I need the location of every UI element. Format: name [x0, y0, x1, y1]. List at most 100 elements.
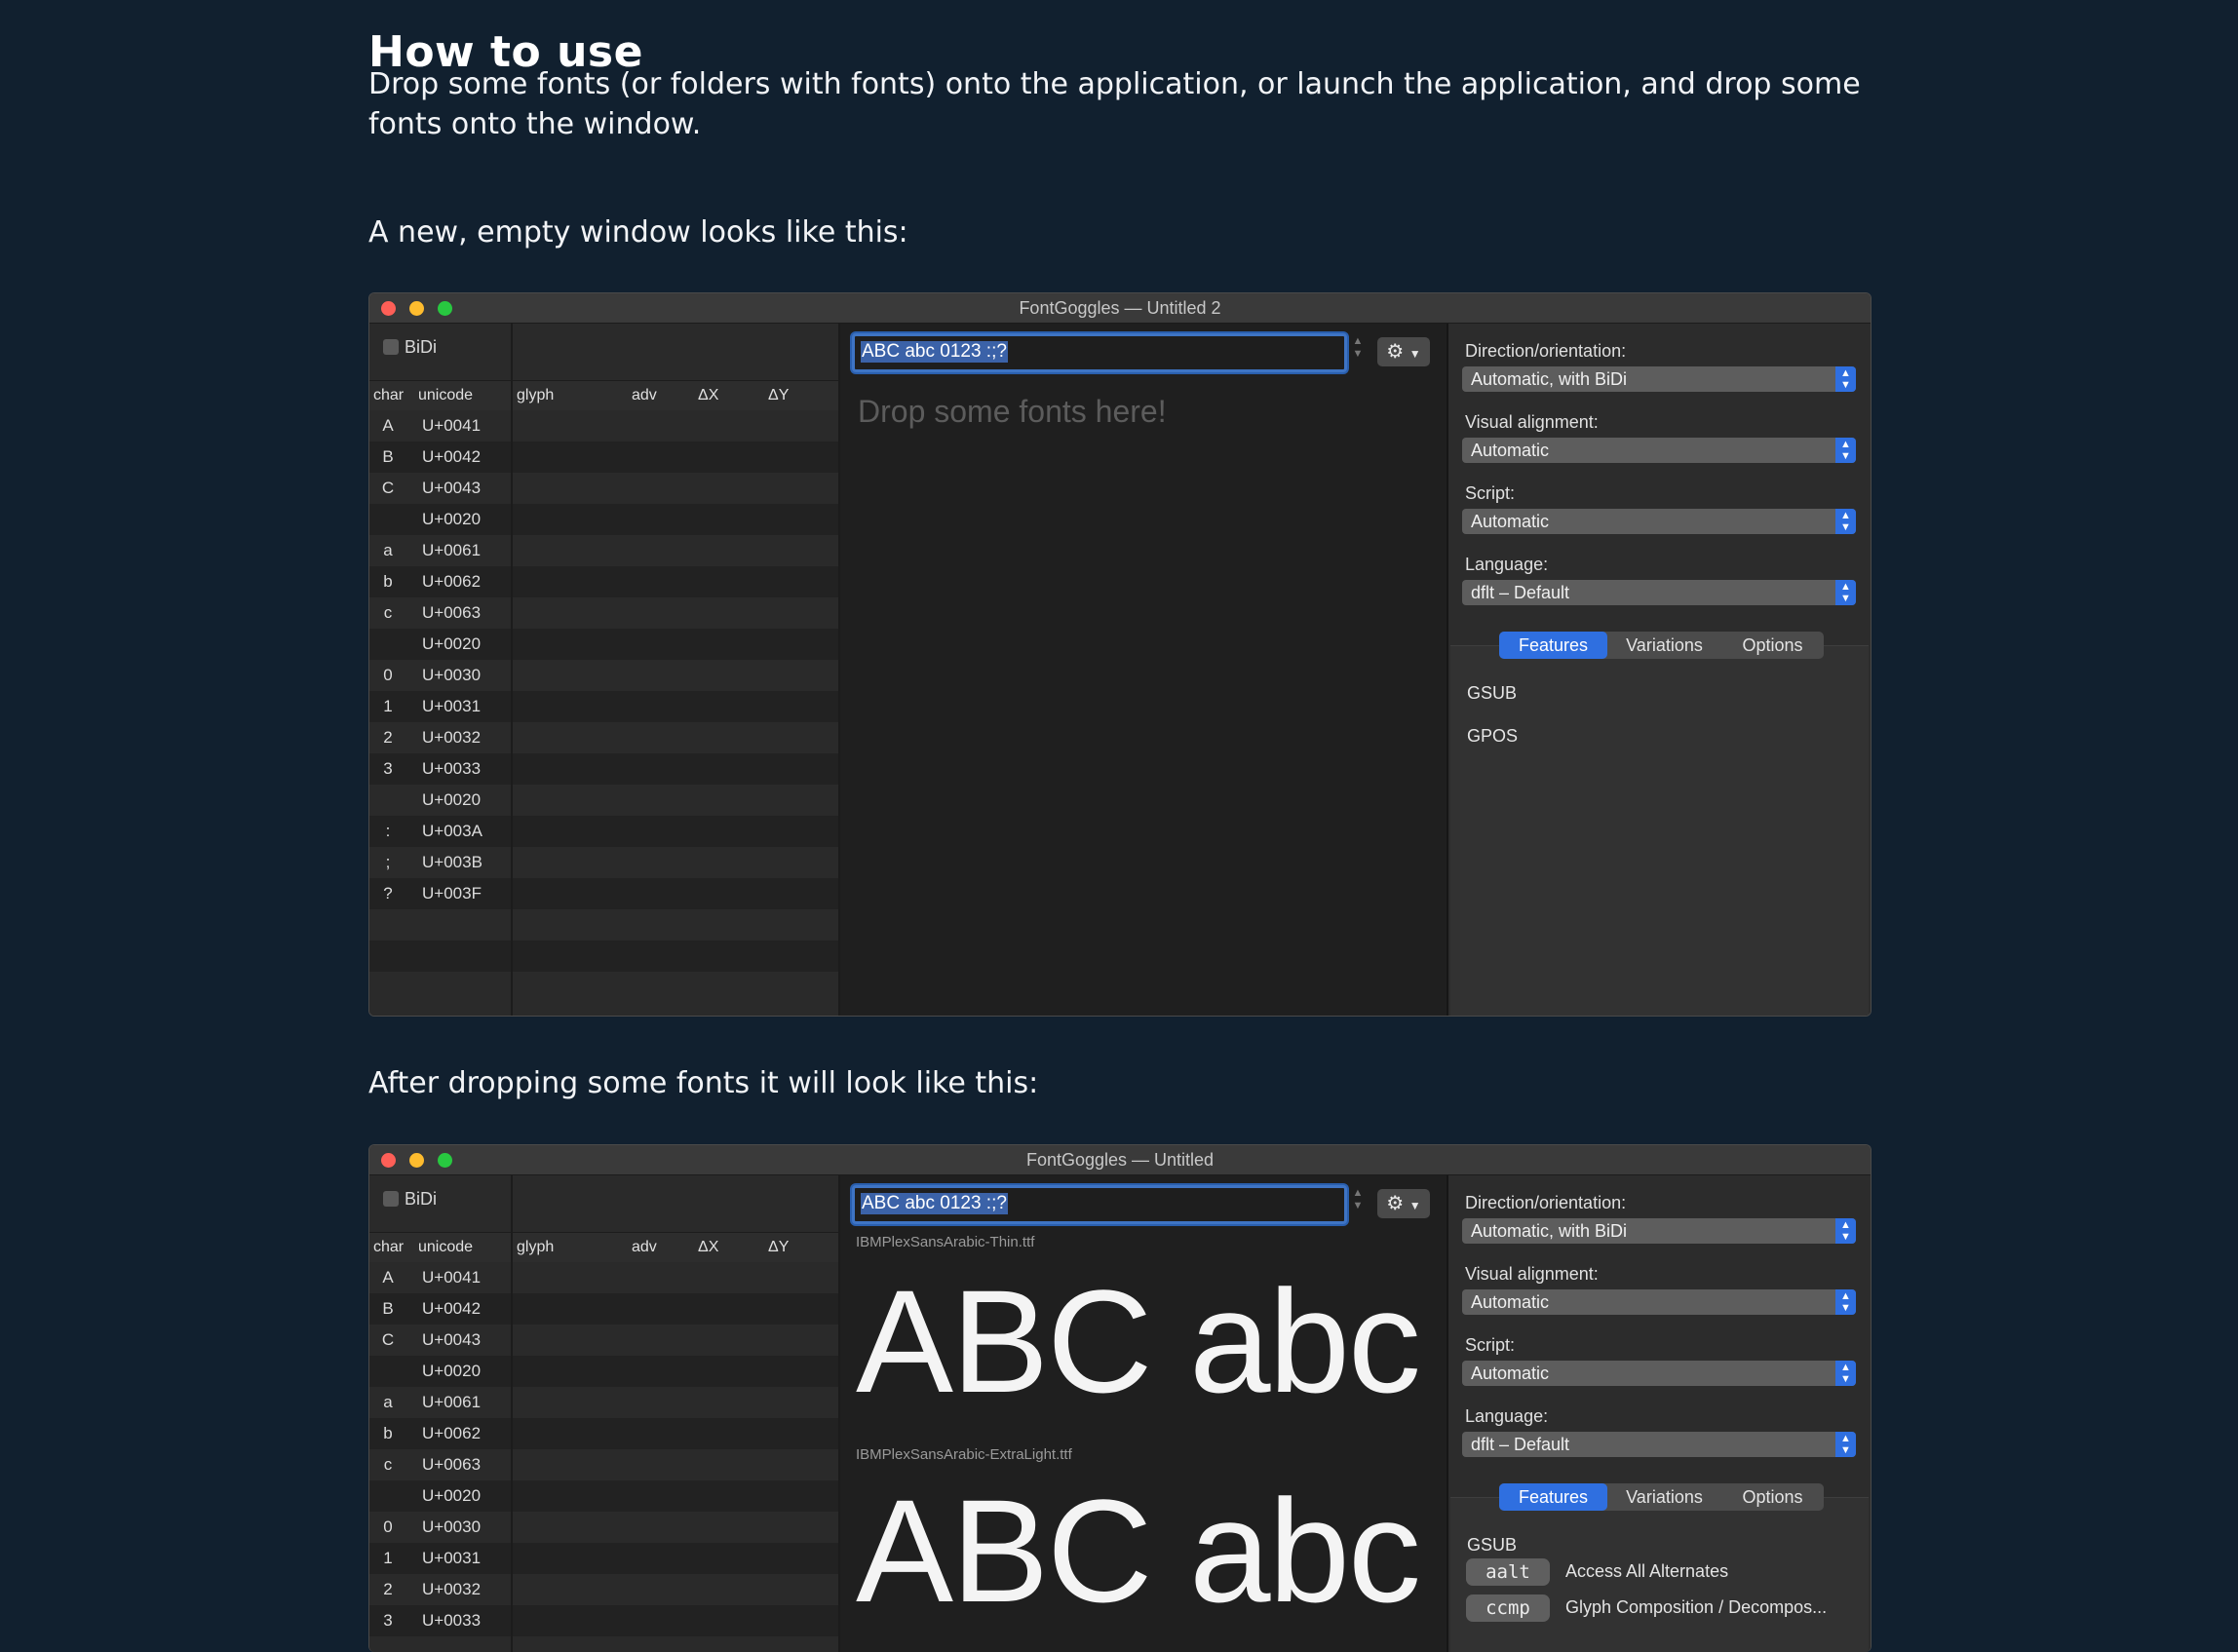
col-glyph[interactable]: glyph	[517, 1239, 554, 1256]
intro-paragraph: Drop some fonts (or folders with fonts) …	[368, 67, 1861, 141]
preview-pane: ABC abc 0123 :;? ▲ ▼ ⚙ ▼ Drop some fonts …	[840, 324, 1448, 1016]
sample-line-thin[interactable]: ABC abc	[856, 1268, 1421, 1414]
language-popup[interactable]: dflt – Default ▲ ▼	[1462, 580, 1856, 605]
char-rows: A U+0041 B U+0042 C U+0043 U+0020 a U+0061 b…	[369, 410, 511, 1003]
preview-pane: ABC abc 0123 :;? ▲ ▼ ⚙ ▼ IBMPlexSansArabi…	[840, 1175, 1448, 1652]
col-dx[interactable]: ΔX	[698, 1239, 718, 1256]
table-row[interactable]: A U+0041	[369, 410, 511, 442]
tab-features[interactable]: Features	[1499, 1483, 1607, 1511]
gsub-heading: GSUB	[1467, 683, 1518, 703]
col-unicode[interactable]: unicode	[418, 387, 473, 404]
table-row[interactable]: C U+0043	[369, 473, 511, 504]
col-dy[interactable]: ΔY	[768, 1239, 789, 1256]
stepper-icon[interactable]: ▲ ▼	[1352, 335, 1364, 370]
window-titlebar[interactable]: FontGoggles — Untitled 2	[369, 293, 1871, 324]
table-row[interactable]: U+0020	[369, 1480, 511, 1512]
glyph-rows	[513, 1262, 838, 1636]
char-list-pane: BiDi char unicode A U+0041 B U+0042 C U+004…	[369, 1175, 513, 1652]
checkbox-icon[interactable]	[383, 1191, 399, 1207]
gear-menu-button[interactable]: ⚙ ▼	[1377, 337, 1430, 366]
table-row[interactable]: U+0020	[369, 785, 511, 816]
feature-desc-ccmp: Glyph Composition / Decompos...	[1565, 1597, 1828, 1617]
table-row[interactable]: b U+0062	[369, 566, 511, 597]
script-popup[interactable]: Automatic ▲ ▼	[1462, 1361, 1856, 1386]
table-row[interactable]: : U+003A	[369, 816, 511, 847]
table-row[interactable]: B U+0042	[369, 1293, 511, 1325]
table-row[interactable]: U+0020	[369, 629, 511, 660]
table-row[interactable]: B U+0042	[369, 442, 511, 473]
glyph-table-header: glyph adv ΔX ΔY	[513, 1232, 838, 1263]
alignment-popup[interactable]: Automatic ▲ ▼	[1462, 1289, 1856, 1315]
table-row[interactable]: c U+0063	[369, 597, 511, 629]
table-row[interactable]: a U+0061	[369, 1387, 511, 1418]
table-row[interactable]: 2 U+0032	[369, 722, 511, 753]
table-row[interactable]: c U+0063	[369, 1449, 511, 1480]
table-row[interactable]: 1 U+0031	[369, 691, 511, 722]
col-glyph[interactable]: glyph	[517, 387, 554, 404]
table-row[interactable]: U+0020	[369, 504, 511, 535]
chevron-updown-icon: ▲ ▼	[1835, 1361, 1856, 1386]
chevron-updown-icon: ▲ ▼	[1835, 509, 1856, 534]
features-box: GSUB aalt Access All Alternates ccmp Gly…	[1450, 1497, 1869, 1652]
col-dx[interactable]: ΔX	[698, 387, 718, 404]
features-box: GSUB GPOS	[1450, 645, 1869, 1016]
table-row	[369, 941, 511, 972]
feature-chip-ccmp[interactable]: ccmp	[1466, 1594, 1550, 1622]
bidi-checkbox[interactable]: BiDi	[383, 337, 437, 358]
table-row[interactable]: C U+0043	[369, 1325, 511, 1356]
col-unicode[interactable]: unicode	[418, 1239, 473, 1256]
chevron-updown-icon: ▲ ▼	[1835, 366, 1856, 392]
col-dy[interactable]: ΔY	[768, 387, 789, 404]
table-row[interactable]: 0 U+0030	[369, 660, 511, 691]
alignment-popup[interactable]: Automatic ▲ ▼	[1462, 438, 1856, 463]
col-char[interactable]: char	[373, 1239, 404, 1256]
char-table-header: char unicode	[369, 380, 511, 411]
tab-features[interactable]: Features	[1499, 632, 1607, 659]
tab-options[interactable]: Options	[1721, 1483, 1824, 1511]
stepper-icon[interactable]: ▲ ▼	[1352, 1187, 1364, 1222]
tab-options[interactable]: Options	[1721, 632, 1824, 659]
table-row[interactable]: a U+0061	[369, 535, 511, 566]
settings-pane: Direction/orientation: Automatic, with B…	[1448, 324, 1871, 1016]
gear-icon: ⚙	[1386, 1193, 1405, 1214]
feature-chip-aalt[interactable]: aalt	[1466, 1558, 1550, 1586]
tab-segmented-control: Features Variations Options	[1499, 1483, 1824, 1511]
window-titlebar[interactable]: FontGoggles — Untitled	[369, 1145, 1871, 1175]
sample-text-input[interactable]: ABC abc 0123 :;?	[852, 333, 1347, 372]
tab-variations[interactable]: Variations	[1607, 1483, 1721, 1511]
table-row[interactable]: 3 U+0033	[369, 753, 511, 785]
sample-line-extralight[interactable]: ABC abc	[856, 1478, 1421, 1624]
table-row	[369, 909, 511, 941]
char-rows: A U+0041 B U+0042 C U+0043 U+0020 a U+0061 b…	[369, 1262, 511, 1636]
window-title: FontGoggles — Untitled	[1025, 1150, 1215, 1170]
col-char[interactable]: char	[373, 387, 404, 404]
direction-popup[interactable]: Automatic, with BiDi ▲ ▼	[1462, 366, 1856, 392]
table-row[interactable]: ? U+003F	[369, 878, 511, 909]
script-label: Script:	[1465, 483, 1516, 503]
table-row[interactable]: 0 U+0030	[369, 1512, 511, 1543]
sample-text-input[interactable]: ABC abc 0123 :;?	[852, 1185, 1347, 1224]
bidi-checkbox[interactable]: BiDi	[383, 1189, 437, 1210]
language-popup[interactable]: dflt – Default ▲ ▼	[1462, 1432, 1856, 1457]
table-row[interactable]: 2 U+0032	[369, 1574, 511, 1605]
chevron-updown-icon: ▲ ▼	[1835, 1218, 1856, 1244]
chevron-updown-icon: ▲ ▼	[1835, 580, 1856, 605]
script-popup[interactable]: Automatic ▲ ▼	[1462, 509, 1856, 534]
tab-variations[interactable]: Variations	[1607, 632, 1721, 659]
checkbox-icon[interactable]	[383, 339, 399, 355]
direction-popup[interactable]: Automatic, with BiDi ▲ ▼	[1462, 1218, 1856, 1244]
window-title: FontGoggles — Untitled 2	[1019, 298, 1221, 318]
table-row[interactable]: A U+0041	[369, 1262, 511, 1293]
font-name-thin: IBMPlexSansArabic-Thin.ttf	[856, 1234, 1035, 1250]
table-row[interactable]: b U+0062	[369, 1418, 511, 1449]
col-adv[interactable]: adv	[632, 1239, 657, 1256]
gear-menu-button[interactable]: ⚙ ▼	[1377, 1189, 1430, 1218]
glyph-rows	[513, 410, 838, 1003]
direction-label: Direction/orientation:	[1465, 1193, 1627, 1212]
table-row[interactable]: 3 U+0033	[369, 1605, 511, 1636]
table-row[interactable]: U+0020	[369, 1356, 511, 1387]
table-row[interactable]: 1 U+0031	[369, 1543, 511, 1574]
col-adv[interactable]: adv	[632, 387, 657, 404]
table-row[interactable]: ; U+003B	[369, 847, 511, 878]
direction-label: Direction/orientation:	[1465, 341, 1627, 361]
